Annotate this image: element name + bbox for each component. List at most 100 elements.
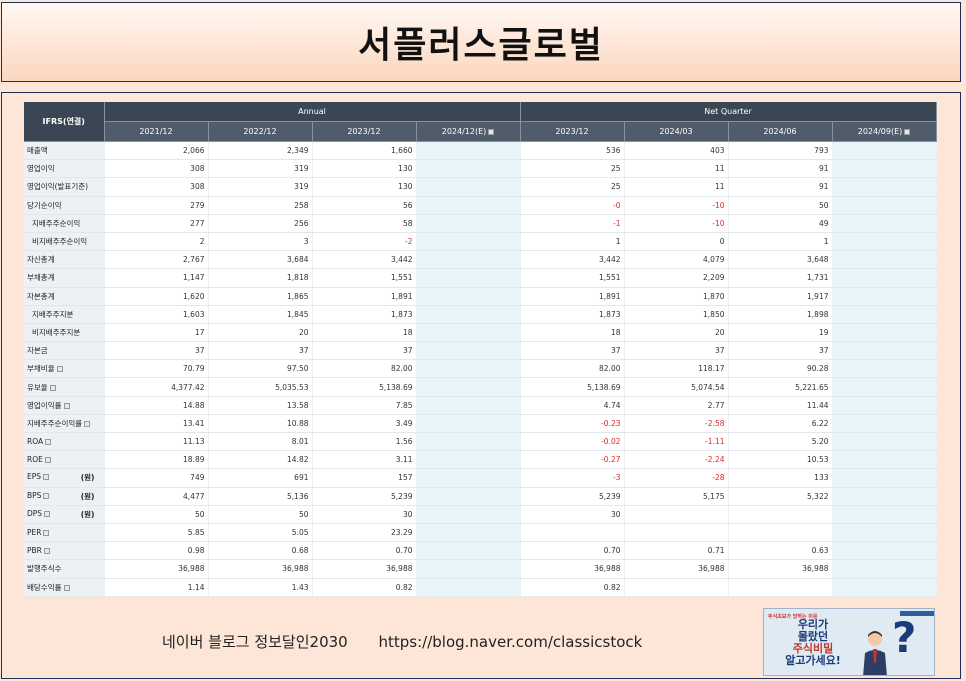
table-row: 비지배주주순이익 2 3 -2 1 0 1 <box>24 232 937 252</box>
table-cell: 1,850 <box>624 305 729 324</box>
person-illustration-icon <box>863 631 887 675</box>
table-cell: 36,988 <box>312 559 417 579</box>
row-label-text: 영업이익(발표기준) <box>27 182 89 192</box>
table-cell <box>728 505 833 524</box>
table-cell <box>832 414 937 434</box>
row-label-text: 비지배주주순이익 <box>32 237 88 247</box>
row-label: PER <box>24 523 105 543</box>
table-row: 부채총계 1,147 1,818 1,551 1,551 2,209 1,731 <box>24 268 937 288</box>
info-icon[interactable] <box>84 420 91 427</box>
table-cell <box>832 487 937 506</box>
column-header-label: 2023/12 <box>347 127 381 136</box>
row-unit: (원) <box>80 491 95 501</box>
row-label-text: 지배주주지분 <box>32 309 74 319</box>
table-cell: 1,731 <box>728 268 833 288</box>
table-cell <box>624 523 729 543</box>
table-cell: 36,988 <box>728 559 833 579</box>
table-cell: 536 <box>520 141 625 161</box>
table-cell <box>832 141 937 161</box>
column-header: 2024/06 <box>728 121 833 142</box>
info-icon[interactable] <box>43 548 50 555</box>
column-header-label: 2024/12(E) <box>441 127 487 136</box>
estimate-info-icon[interactable] <box>904 128 911 135</box>
table-row: EPS (원) 749 691 157 -3 -28 133 <box>24 468 937 488</box>
table-cell <box>416 359 521 379</box>
table-cell: -0.02 <box>520 432 625 452</box>
table-cell: -2.58 <box>624 414 729 434</box>
table-cell: 6.22 <box>728 414 833 434</box>
table-cell <box>416 487 521 506</box>
table-cell: 1,891 <box>520 287 625 306</box>
table-cell: 13.41 <box>104 414 209 434</box>
table-cell: -0.23 <box>520 414 625 434</box>
info-icon[interactable] <box>49 384 56 391</box>
table-cell: 82.00 <box>312 359 417 379</box>
table-cell: 1,620 <box>104 287 209 306</box>
table-cell: -2 <box>312 232 417 252</box>
column-header: 2024/12(E) <box>416 121 521 142</box>
table-row: 매출액 2,066 2,349 1,660 536 403 793 <box>24 141 937 161</box>
promo-thumbnail[interactable]: 주식초보가 망하는 이유 우리가 몰랐던 주식비밀 알고가세요! ? <box>763 608 935 676</box>
table-cell: 5,074.54 <box>624 377 729 397</box>
table-cell <box>416 559 521 579</box>
blog-url[interactable]: https://blog.naver.com/classicstock <box>379 633 643 651</box>
table-cell: 3,648 <box>728 250 833 270</box>
table-cell: -2.24 <box>624 450 729 470</box>
row-label-text: 발행주식수 <box>27 564 62 574</box>
table-body: 매출액 2,066 2,349 1,660 536 403 793 영업이익 308 319 130… <box>24 141 937 597</box>
info-icon[interactable] <box>44 457 51 464</box>
table-cell <box>416 250 521 270</box>
table-cell: 82.00 <box>520 359 625 379</box>
table-cell: 0 <box>624 232 729 252</box>
question-mark-icon: ? <box>892 613 917 662</box>
table-row: 당기순이익 279 258 56 -0 -10 50 <box>24 196 937 215</box>
table-cell <box>416 268 521 288</box>
table-cell: 11 <box>624 159 729 179</box>
table-cell <box>728 578 833 597</box>
table-cell: 1,873 <box>312 305 417 324</box>
table-cell: 0.82 <box>312 578 417 597</box>
table-cell <box>832 214 937 233</box>
row-label: 지배주주순이익 <box>24 214 105 233</box>
table-cell: 20 <box>624 323 729 343</box>
table-cell: -0.27 <box>520 450 625 470</box>
row-label-text: 비지배주주지분 <box>32 327 81 337</box>
table-cell <box>416 341 521 361</box>
info-icon[interactable] <box>43 530 50 537</box>
table-cell: -1.11 <box>624 432 729 452</box>
table-cell: 50 <box>208 505 313 524</box>
table-cell: 25 <box>520 159 625 179</box>
column-header-label: 2024/06 <box>763 127 797 136</box>
info-icon[interactable] <box>44 510 51 517</box>
info-icon[interactable] <box>63 402 70 409</box>
info-icon[interactable] <box>43 492 50 499</box>
table-cell: 1,917 <box>728 287 833 306</box>
table-cell: 2,349 <box>208 141 313 161</box>
table-cell: 37 <box>312 341 417 361</box>
info-icon[interactable] <box>45 439 52 446</box>
table-cell: 36,988 <box>104 559 209 579</box>
table-cell <box>832 468 937 488</box>
table-cell <box>832 177 937 197</box>
row-label-text: 영업이익률 <box>27 400 62 410</box>
table-cell: 56 <box>312 196 417 215</box>
title-banner: 서플러스글로벌 <box>1 2 961 82</box>
info-icon[interactable] <box>43 474 50 481</box>
table-row: 자본금 37 37 37 37 37 37 <box>24 341 937 361</box>
table-cell: 5,221.65 <box>728 377 833 397</box>
table-row: 자산총계 2,767 3,684 3,442 3,442 4,079 3,648 <box>24 250 937 270</box>
column-header-label: 2024/03 <box>659 127 693 136</box>
table-cell: 18 <box>312 323 417 343</box>
table-cell: 1,865 <box>208 287 313 306</box>
row-label: 자본총계 <box>24 287 105 306</box>
estimate-info-icon[interactable] <box>488 128 495 135</box>
table-cell: 11.13 <box>104 432 209 452</box>
table-cell: 11 <box>624 177 729 197</box>
table-cell: 5.85 <box>104 523 209 543</box>
table-cell: 118.17 <box>624 359 729 379</box>
info-icon[interactable] <box>63 584 70 591</box>
table-cell: 1,603 <box>104 305 209 324</box>
table-cell <box>416 523 521 543</box>
table-cell: 13.58 <box>208 396 313 415</box>
info-icon[interactable] <box>56 366 63 373</box>
